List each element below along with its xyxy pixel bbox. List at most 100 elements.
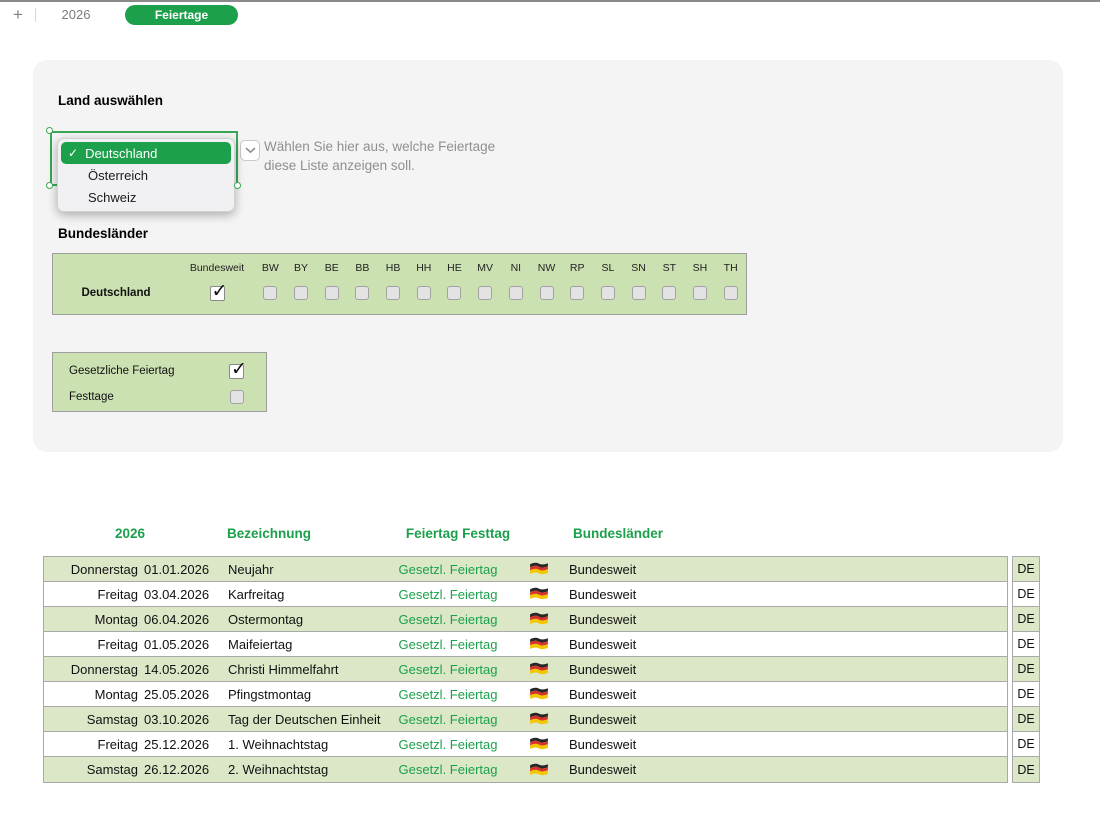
state-checkbox-ni[interactable] [509,286,523,300]
cell-holiday-name: Pfingstmontag [228,687,383,702]
festtage-checkbox[interactable] [230,390,244,404]
cell-date: 03.04.2026 [144,587,208,602]
cell-holiday-name: 2. Weihnachtstag [228,762,383,777]
cell-country-code[interactable]: DE [1013,732,1039,757]
state-checkbox-bb[interactable] [355,286,369,300]
state-checkbox-sn[interactable] [632,286,646,300]
filter-label-gesetzliche: Gesetzliche Feiertag [69,365,174,377]
cell-day: Donnerstag [44,562,138,577]
table-row[interactable]: Freitag 01.05.2026 Maifeiertag Gesetzl. … [44,632,1007,657]
state-checkbox-st[interactable] [662,286,676,300]
cell-region: Bundesweit [569,762,636,777]
list-header-name: Bezeichnung [227,526,311,541]
cell-date: 25.05.2026 [144,687,208,702]
state-checkbox-rp[interactable] [570,286,584,300]
cell-holiday-name: Ostermontag [228,612,383,627]
cell-day: Montag [44,687,138,702]
dropdown-chevron-button[interactable] [240,140,260,161]
table-row[interactable]: Montag 06.04.2026 Ostermontag Gesetzl. F… [44,607,1007,632]
cell-day: Samstag [44,712,138,727]
germany-flag-icon [529,687,549,701]
state-header-label: NI [501,262,532,274]
cell-holiday-name: 1. Weihnachtstag [228,737,383,752]
state-checkbox-hh[interactable] [417,286,431,300]
selection-handle[interactable] [46,127,53,134]
cell-region: Bundesweit [569,687,636,702]
state-checkbox-nw[interactable] [540,286,554,300]
list-header-year: 2026 [90,526,170,541]
cell-date: 01.01.2026 [144,562,208,577]
sheet-tab-2026[interactable]: 2026 [47,7,105,22]
cell-holiday-type: Gesetzl. Feiertag [383,737,513,752]
germany-flag-icon [529,612,549,626]
cell-region: Bundesweit [569,737,636,752]
state-header-label: BW [255,262,286,274]
state-header-label: BY [286,262,317,274]
selection-handle[interactable] [46,182,53,189]
cell-country-code[interactable]: DE [1013,682,1039,707]
germany-flag-icon [529,662,549,676]
filter-row: Festtage [53,387,266,407]
option-deutschland-selected[interactable]: ✓ Deutschland [61,142,231,164]
spreadsheet-page: + 2026 Feiertage Land auswählen ✓ Deutsc… [0,0,1100,839]
germany-flag-icon [529,562,549,576]
germany-flag-icon [529,712,549,726]
cell-country-code[interactable]: DE [1013,707,1039,732]
cell-day: Montag [44,612,138,627]
option-label: Deutschland [85,146,157,161]
state-checkbox-bw[interactable] [263,286,277,300]
cell-day: Freitag [44,737,138,752]
table-row[interactable]: Montag 25.05.2026 Pfingstmontag Gesetzl.… [44,682,1007,707]
cell-holiday-type: Gesetzl. Feiertag [383,687,513,702]
state-header-label: MV [470,262,501,274]
states-checkbox-row: Deutschland [53,281,746,305]
state-checkbox-sl[interactable] [601,286,615,300]
table-row[interactable]: Donnerstag 14.05.2026 Christi Himmelfahr… [44,657,1007,682]
cell-holiday-type: Gesetzl. Feiertag [383,762,513,777]
sheet-tab-feiertage-active[interactable]: Feiertage [125,5,238,25]
state-checkbox-by[interactable] [294,286,308,300]
cell-holiday-name: Neujahr [228,562,383,577]
state-checkbox-hb[interactable] [386,286,400,300]
cell-country-code[interactable]: DE [1013,582,1039,607]
cell-holiday-type: Gesetzl. Feiertag [383,562,513,577]
sheet-tab-bar: + 2026 Feiertage [0,0,1100,28]
cell-date: 01.05.2026 [144,637,208,652]
cell-country-code[interactable]: DE [1013,657,1039,682]
add-sheet-button[interactable]: + [8,5,28,25]
cell-region: Bundesweit [569,587,636,602]
germany-flag-icon [529,763,549,777]
table-row[interactable]: Freitag 25.12.2026 1. Weihnachtstag Gese… [44,732,1007,757]
cell-country-code[interactable]: DE [1013,632,1039,657]
cell-holiday-type: Gesetzl. Feiertag [383,712,513,727]
table-row[interactable]: Donnerstag 01.01.2026 Neujahr Gesetzl. F… [44,557,1007,582]
option-oesterreich[interactable]: Österreich [61,164,231,186]
table-row[interactable]: Freitag 03.04.2026 Karfreitag Gesetzl. F… [44,582,1007,607]
cell-country-code[interactable]: DE [1013,607,1039,632]
cell-holiday-name: Christi Himmelfahrt [228,662,383,677]
state-checkbox-sh[interactable] [693,286,707,300]
table-row[interactable]: Samstag 26.12.2026 2. Weihnachtstag Gese… [44,757,1007,782]
cell-day: Samstag [44,762,138,777]
tab-divider [35,8,36,22]
gesetzliche-feiertag-checkbox[interactable] [229,364,244,379]
cell-date: 03.10.2026 [144,712,208,727]
cell-country-code[interactable]: DE [1013,557,1039,582]
nationwide-checkbox[interactable] [210,286,225,301]
table-row[interactable]: Samstag 03.10.2026 Tag der Deutschen Ein… [44,707,1007,732]
selection-handle[interactable] [234,182,241,189]
state-checkbox-mv[interactable] [478,286,492,300]
option-schweiz[interactable]: Schweiz [61,186,231,208]
cell-country-code[interactable]: DE [1013,757,1039,782]
state-header-label: BB [347,262,378,274]
cell-region: Bundesweit [569,562,636,577]
state-header-label: HE [439,262,470,274]
states-section-title: Bundesländer [58,226,148,241]
state-header-label: BE [316,262,347,274]
state-checkbox-be[interactable] [325,286,339,300]
state-checkbox-he[interactable] [447,286,461,300]
state-checkbox-th[interactable] [724,286,738,300]
checkmark-icon: ✓ [68,146,78,160]
country-select-popup: ✓ Deutschland Österreich Schweiz [57,138,235,212]
germany-flag-icon [529,637,549,651]
